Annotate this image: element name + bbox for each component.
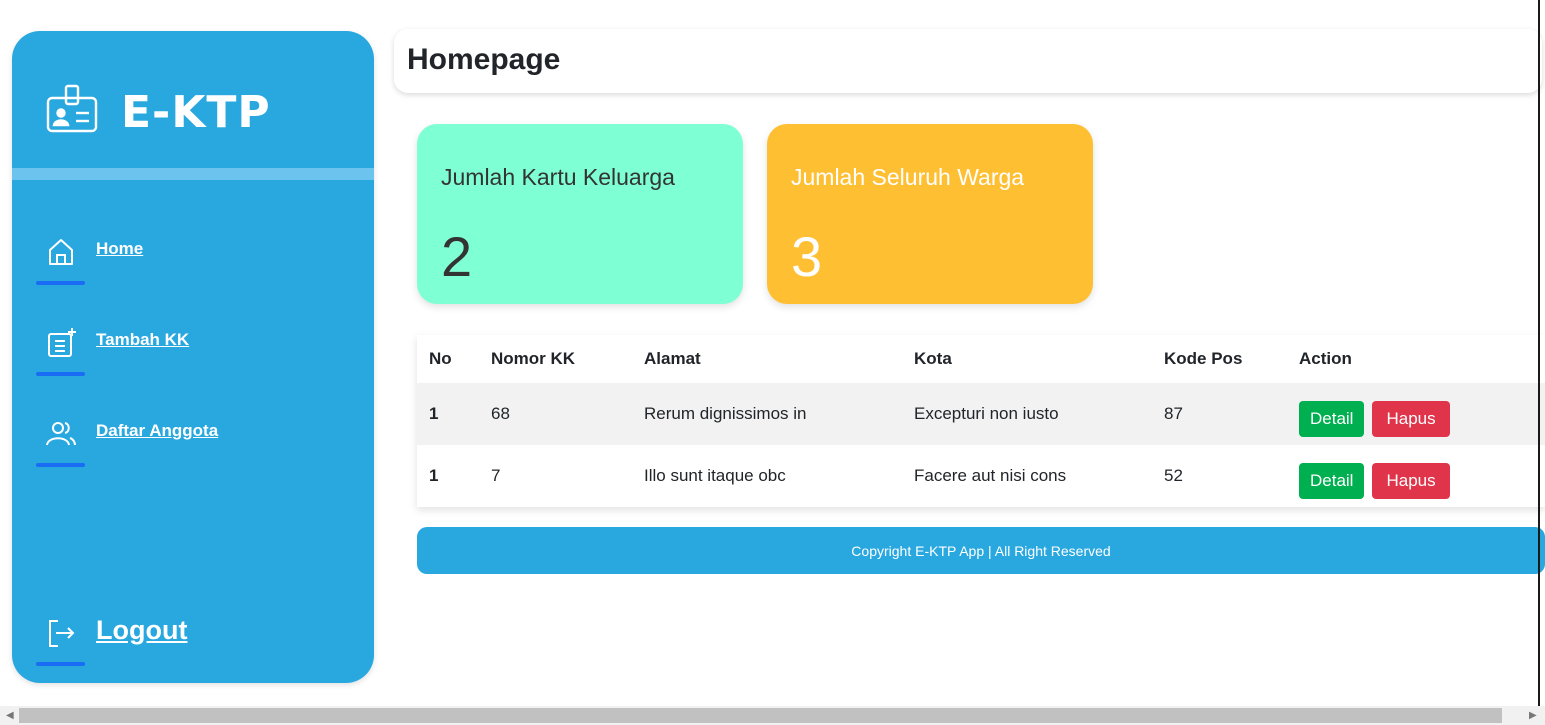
card-jumlah-kk: Jumlah Kartu Keluarga 2 — [417, 124, 743, 304]
hapus-button[interactable]: Hapus — [1372, 463, 1450, 499]
item-underline — [36, 662, 85, 666]
table-header-row: No Nomor KK Alamat Kota Kode Pos Action — [417, 335, 1545, 383]
cell-kode-pos: 52 — [1164, 466, 1183, 485]
detail-button[interactable]: Detail — [1299, 463, 1365, 499]
footer: Copyright E-KTP App | All Right Reserved — [417, 527, 1545, 574]
cell-nomor-kk: 68 — [491, 383, 644, 445]
card-title: Jumlah Seluruh Warga — [791, 164, 1025, 190]
sidebar-item-label[interactable]: Home — [96, 239, 143, 259]
sidebar-item-tambah-kk[interactable]: Tambah KK — [36, 328, 189, 376]
col-header-kota: Kota — [914, 349, 952, 368]
card-jumlah-warga: Jumlah Seluruh Warga 3 — [767, 124, 1093, 304]
cell-alamat: Illo sunt itaque obc — [644, 466, 786, 485]
scroll-right-icon[interactable]: ▶ — [1529, 710, 1537, 721]
table-row: 1 68 Rerum dignissimos in Excepturi non … — [417, 383, 1545, 445]
footer-text: Copyright E-KTP App | All Right Reserved — [851, 542, 1111, 559]
cell-nomor-kk: 7 — [491, 466, 501, 485]
cell-no: 1 — [429, 466, 439, 485]
col-header-no: No — [429, 349, 452, 368]
kk-table: No Nomor KK Alamat Kota Kode Pos Action … — [417, 335, 1545, 507]
col-header-action: Action — [1299, 349, 1352, 368]
cell-kota: Facere aut nisi cons — [914, 466, 1067, 485]
cell-action: Detail Hapus — [1299, 445, 1545, 507]
logout-item[interactable]: Logout — [36, 615, 187, 666]
horizontal-scrollbar[interactable]: ◀ ▶ — [0, 706, 1545, 725]
home-icon — [36, 237, 85, 285]
active-underline — [36, 281, 85, 285]
header-bar: Homepage — [394, 29, 1542, 93]
brand-divider — [12, 168, 374, 180]
cell-kota: Excepturi non iusto — [914, 383, 1164, 445]
col-header-nomor-kk: Nomor KK — [491, 349, 576, 368]
sidebar: E-KTP Home Tambah KK Daftar Anggota Logo… — [12, 31, 374, 683]
cell-kode-pos: 87 — [1164, 383, 1299, 445]
kk-table-container: No Nomor KK Alamat Kota Kode Pos Action … — [417, 335, 1545, 507]
logout-icon — [36, 618, 85, 666]
cell-action: Detail Hapus — [1299, 383, 1545, 445]
add-list-icon — [36, 328, 85, 376]
cell-no: 1 — [417, 383, 491, 445]
sidebar-item-label[interactable]: Tambah KK — [96, 330, 189, 350]
people-icon — [36, 419, 85, 467]
card-title: Jumlah Kartu Keluarga — [441, 164, 675, 190]
scrollbar-thumb[interactable] — [19, 708, 1502, 723]
sidebar-item-label[interactable]: Daftar Anggota — [96, 421, 218, 441]
brand-name: E-KTP — [121, 87, 271, 138]
hapus-button[interactable]: Hapus — [1372, 401, 1450, 437]
col-header-alamat: Alamat — [644, 349, 701, 368]
item-underline — [36, 372, 85, 376]
window-edge — [1538, 0, 1540, 706]
brand[interactable]: E-KTP — [45, 83, 271, 142]
col-header-kode-pos: Kode Pos — [1164, 349, 1243, 368]
id-card-icon — [45, 83, 99, 142]
item-underline — [36, 463, 85, 467]
sidebar-item-home[interactable]: Home — [36, 237, 143, 285]
card-value: 3 — [791, 225, 823, 288]
page-title: Homepage — [407, 43, 561, 76]
sidebar-item-daftar-anggota[interactable]: Daftar Anggota — [36, 419, 218, 467]
detail-button[interactable]: Detail — [1299, 401, 1365, 437]
table-row: 1 7 Illo sunt itaque obc Facere aut nisi… — [417, 445, 1545, 507]
card-value: 2 — [441, 225, 473, 288]
cell-alamat: Rerum dignissimos in — [644, 383, 914, 445]
scroll-left-icon[interactable]: ◀ — [6, 710, 14, 721]
logout-link[interactable]: Logout — [96, 615, 187, 646]
